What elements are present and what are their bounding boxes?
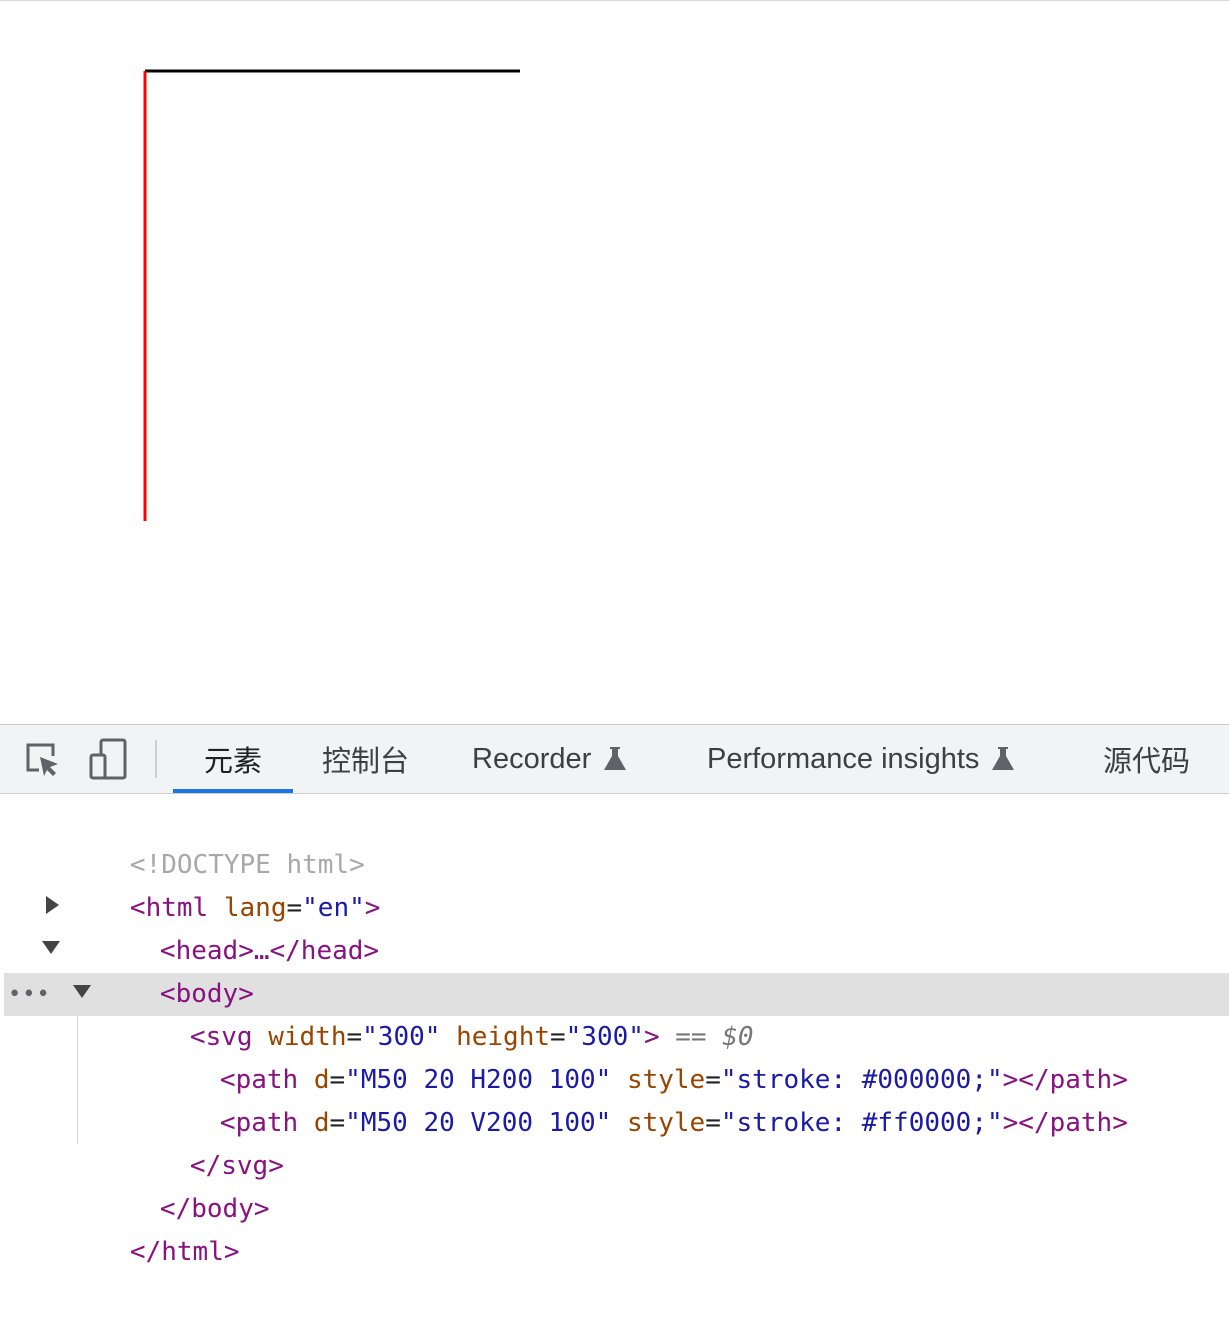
attr-d-value: "M50 20 V200 100" <box>345 1108 612 1138</box>
tab-sources-label: 源代码 <box>1103 746 1191 778</box>
tag-html-close: </html> <box>129 1237 240 1267</box>
devtools-panel: 元素 控制台 Recorder Performance insights 源代码… <box>0 724 1229 1283</box>
dom-path-2[interactable]: <path d="M50 20 V200 100" style="stroke:… <box>126 1059 1128 1138</box>
tab-console[interactable]: 控制台 <box>322 725 409 793</box>
devtools-toolbar: 元素 控制台 Recorder Performance insights 源代码 <box>0 725 1229 794</box>
dom-head-collapsed[interactable]: <head>…</head> <box>66 887 379 966</box>
inspect-element-button[interactable] <box>20 737 64 781</box>
flask-icon <box>603 746 627 772</box>
tab-performance-insights[interactable]: Performance insights <box>707 725 1015 793</box>
tab-elements-label: 元素 <box>204 746 263 778</box>
dom-svg-open[interactable]: <svg width="300" height="300"> == $0 <box>96 973 754 1052</box>
attr-style: style <box>626 1108 706 1138</box>
dom-body-close[interactable]: </body> <box>66 1145 270 1224</box>
dom-svg-close[interactable]: </svg> <box>96 1102 284 1181</box>
dom-html-open[interactable]: <html lang="en"> <box>36 844 381 923</box>
collapse-body-icon[interactable] <box>42 941 60 954</box>
tab-performance-insights-label: Performance insights <box>707 742 980 775</box>
inspect-element-icon <box>26 743 58 776</box>
page-viewport <box>0 1 1229 724</box>
attr-style-value: "stroke: #ff0000;" <box>720 1108 1003 1138</box>
tab-elements[interactable]: 元素 <box>204 725 262 793</box>
tab-console-label: 控制台 <box>322 746 410 778</box>
dom-path-1[interactable]: <path d="M50 20 H200 100" style="stroke:… <box>126 1016 1128 1095</box>
dom-doctype[interactable]: <!DOCTYPE html> <box>36 801 365 880</box>
toolbar-divider <box>155 740 157 778</box>
tab-recorder-label: Recorder <box>472 742 592 775</box>
active-tab-indicator <box>173 789 293 793</box>
dom-tree: ••• <!DOCTYPE html> <html lang="en"> <he… <box>0 794 1229 1283</box>
expand-head-icon[interactable] <box>46 896 59 914</box>
tag-path-end: ></path> <box>1002 1108 1128 1138</box>
rendered-svg <box>143 69 520 521</box>
tab-sources[interactable]: 源代码 <box>1103 725 1190 793</box>
device-toolbar-button[interactable] <box>86 737 130 781</box>
device-toolbar-icon <box>89 738 127 780</box>
flask-icon <box>991 746 1015 772</box>
tab-recorder[interactable]: Recorder <box>472 725 627 793</box>
dom-body-open[interactable]: <body> <box>66 930 254 1009</box>
attr-d: d <box>313 1108 330 1138</box>
dom-html-close[interactable]: </html> <box>36 1188 240 1267</box>
collapse-svg-icon[interactable] <box>73 985 91 998</box>
row-actions-menu[interactable]: ••• <box>8 973 51 1016</box>
